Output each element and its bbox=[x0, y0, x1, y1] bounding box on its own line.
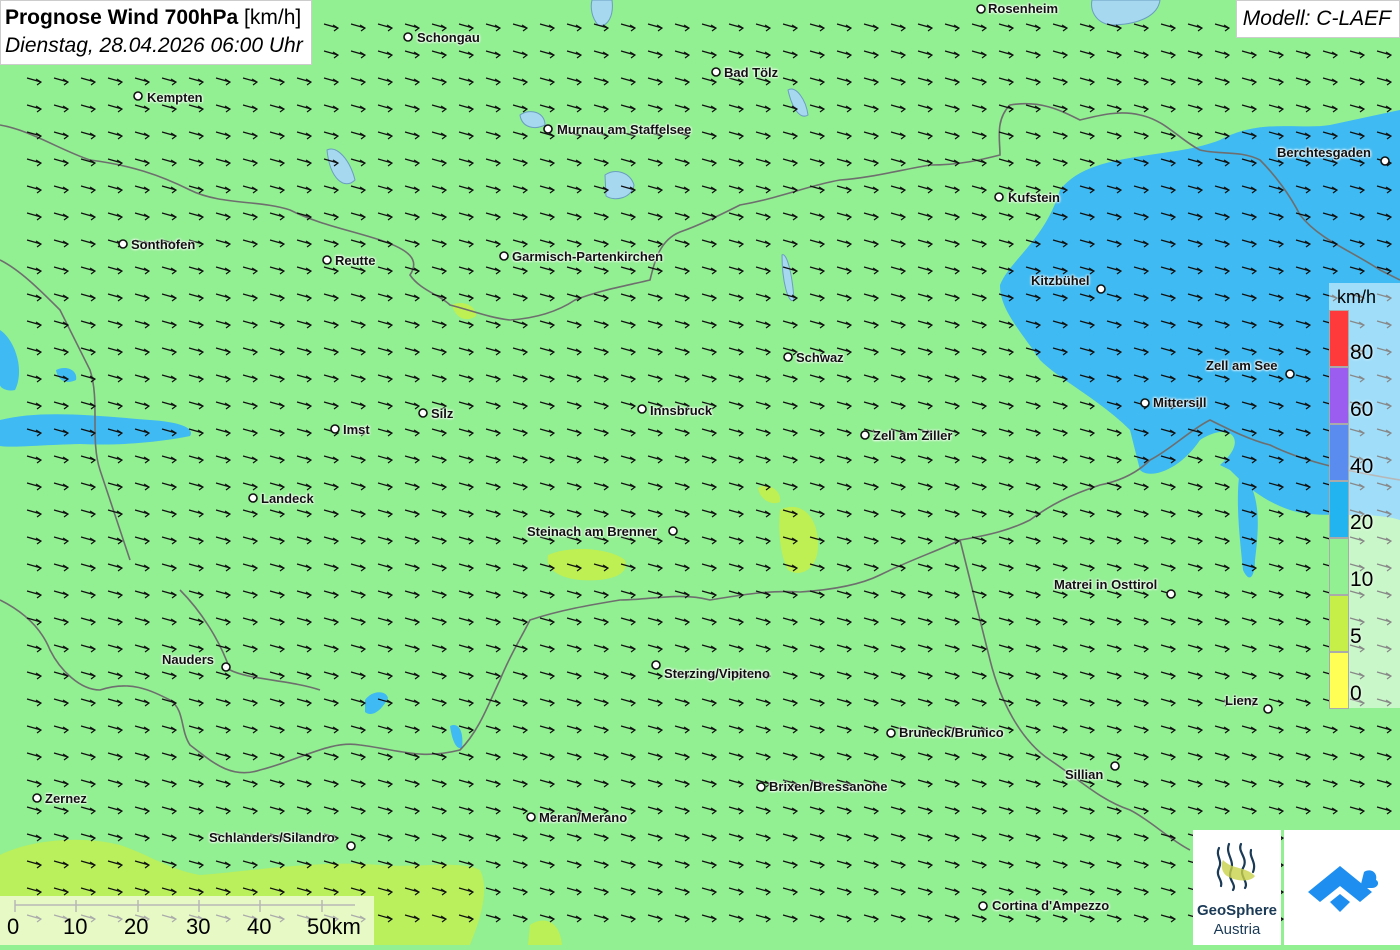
city-label[interactable]: Imst bbox=[343, 422, 370, 437]
legend-label: 5 bbox=[1350, 625, 1362, 648]
legend-label: 60 bbox=[1350, 398, 1374, 421]
city-marker bbox=[118, 239, 128, 249]
city-marker bbox=[221, 662, 231, 672]
geosphere-logo[interactable]: GeoSphere Austria bbox=[1193, 830, 1281, 945]
city-marker bbox=[1140, 398, 1150, 408]
city-label[interactable]: Meran/Merano bbox=[539, 810, 627, 825]
city-marker bbox=[1380, 156, 1390, 166]
legend-label: 80 bbox=[1350, 341, 1374, 364]
city-label[interactable]: Nauders bbox=[162, 652, 214, 667]
city-marker bbox=[330, 424, 340, 434]
legend-swatch bbox=[1329, 481, 1349, 538]
city-marker bbox=[133, 91, 143, 101]
city-label[interactable]: Rosenheim bbox=[988, 1, 1058, 16]
city-label[interactable]: Steinach am Brenner bbox=[527, 524, 657, 539]
city-label[interactable]: Schongau bbox=[417, 30, 480, 45]
city-marker bbox=[1166, 589, 1176, 599]
city-label[interactable]: Matrei in Osttirol bbox=[1054, 577, 1157, 592]
city-label[interactable]: Reutte bbox=[335, 253, 375, 268]
city-marker bbox=[637, 404, 647, 414]
city-label[interactable]: Zell am See bbox=[1206, 358, 1278, 373]
city-marker bbox=[978, 901, 988, 911]
legend-swatch bbox=[1329, 595, 1349, 652]
city-marker bbox=[994, 192, 1004, 202]
geosphere-mark-icon bbox=[1216, 842, 1256, 892]
app-logo[interactable] bbox=[1284, 830, 1400, 945]
legend-label: 10 bbox=[1350, 568, 1374, 591]
geosphere-name: GeoSphere bbox=[1196, 902, 1278, 919]
city-label[interactable]: Kufstein bbox=[1008, 190, 1060, 205]
legend-swatch bbox=[1329, 310, 1349, 367]
city-marker bbox=[860, 430, 870, 440]
scale-label: 50km bbox=[307, 914, 361, 939]
city-marker bbox=[403, 32, 413, 42]
city-marker bbox=[322, 255, 332, 265]
legend-unit: km/h bbox=[1337, 287, 1377, 307]
city-marker bbox=[1096, 284, 1106, 294]
city-marker bbox=[346, 841, 356, 851]
scale-label: 10 bbox=[63, 914, 88, 939]
city-label[interactable]: Schlanders/Silandro bbox=[209, 830, 335, 845]
city-label[interactable]: Schwaz bbox=[796, 350, 844, 365]
model-label: Modell: C-LAEF bbox=[1235, 0, 1400, 38]
city-label[interactable]: Garmisch-Partenkirchen bbox=[512, 249, 663, 264]
app-logo-icon bbox=[1308, 866, 1379, 912]
city-marker bbox=[756, 782, 766, 792]
city-marker bbox=[526, 812, 536, 822]
city-marker bbox=[783, 352, 793, 362]
legend-label: 0 bbox=[1350, 682, 1362, 705]
city-marker bbox=[248, 493, 258, 503]
city-marker bbox=[32, 793, 42, 803]
city-label[interactable]: Silz bbox=[431, 406, 453, 421]
city-label[interactable]: Kempten bbox=[147, 90, 203, 105]
city-marker bbox=[886, 728, 896, 738]
city-marker bbox=[651, 660, 661, 670]
city-marker bbox=[1263, 704, 1273, 714]
legend-colorbar bbox=[1329, 310, 1349, 709]
city-marker bbox=[976, 4, 986, 14]
city-label[interactable]: Kitzbühel bbox=[1031, 273, 1090, 288]
scale-label: 30 bbox=[186, 914, 211, 939]
city-label[interactable]: Sillian bbox=[1065, 767, 1103, 782]
city-label[interactable]: Lienz bbox=[1225, 693, 1258, 708]
legend-swatch bbox=[1329, 424, 1349, 481]
legend-swatch bbox=[1329, 538, 1349, 595]
color-legend: km/h 80 60 40 20 10 5 0 bbox=[1329, 283, 1400, 709]
forecast-datetime: Dienstag, 28.04.2026 06:00 Uhr bbox=[5, 34, 303, 57]
geosphere-sub: Austria bbox=[1213, 921, 1261, 938]
map-title-unit: [km/h] bbox=[244, 6, 302, 29]
city-label[interactable]: Sterzing/Vipiteno bbox=[664, 666, 770, 681]
city-label[interactable]: Innsbruck bbox=[650, 403, 712, 418]
city-label[interactable]: Mittersill bbox=[1153, 395, 1206, 410]
city-marker bbox=[1110, 761, 1120, 771]
wind-map[interactable] bbox=[0, 0, 1400, 945]
city-label[interactable]: Zell am Ziller bbox=[873, 428, 952, 443]
legend-label: 40 bbox=[1350, 455, 1374, 478]
map-title-main: Prognose Wind 700hPa bbox=[5, 6, 239, 29]
map-title-box: Prognose Wind 700hPa [km/h] Dienstag, 28… bbox=[0, 0, 312, 65]
city-label[interactable]: Berchtesgaden bbox=[1277, 145, 1371, 160]
scale-label: 0 bbox=[7, 914, 20, 939]
city-label[interactable]: Cortina d'Ampezzo bbox=[992, 898, 1109, 913]
legend-label: 20 bbox=[1350, 511, 1374, 534]
legend-swatch bbox=[1329, 367, 1349, 424]
scale-bar: 0 10 20 30 40 50km bbox=[0, 896, 374, 945]
city-label[interactable]: Landeck bbox=[261, 491, 314, 506]
city-label[interactable]: Bad Tölz bbox=[724, 65, 778, 80]
city-marker bbox=[418, 408, 428, 418]
city-label[interactable]: Murnau am Staffelsee bbox=[557, 122, 691, 137]
map-title: Prognose Wind 700hPa [km/h] bbox=[5, 4, 303, 32]
city-marker bbox=[499, 251, 509, 261]
scale-label: 20 bbox=[124, 914, 149, 939]
city-label[interactable]: Brixen/Bressanone bbox=[769, 779, 888, 794]
legend-swatch bbox=[1329, 652, 1349, 709]
city-marker bbox=[711, 67, 721, 77]
city-marker bbox=[668, 526, 678, 536]
scale-label: 40 bbox=[247, 914, 272, 939]
city-label[interactable]: Zernez bbox=[45, 791, 87, 806]
city-marker bbox=[543, 124, 553, 134]
city-marker bbox=[1285, 369, 1295, 379]
city-label[interactable]: Bruneck/Brunico bbox=[899, 725, 1004, 740]
city-label[interactable]: Sonthofen bbox=[131, 237, 195, 252]
